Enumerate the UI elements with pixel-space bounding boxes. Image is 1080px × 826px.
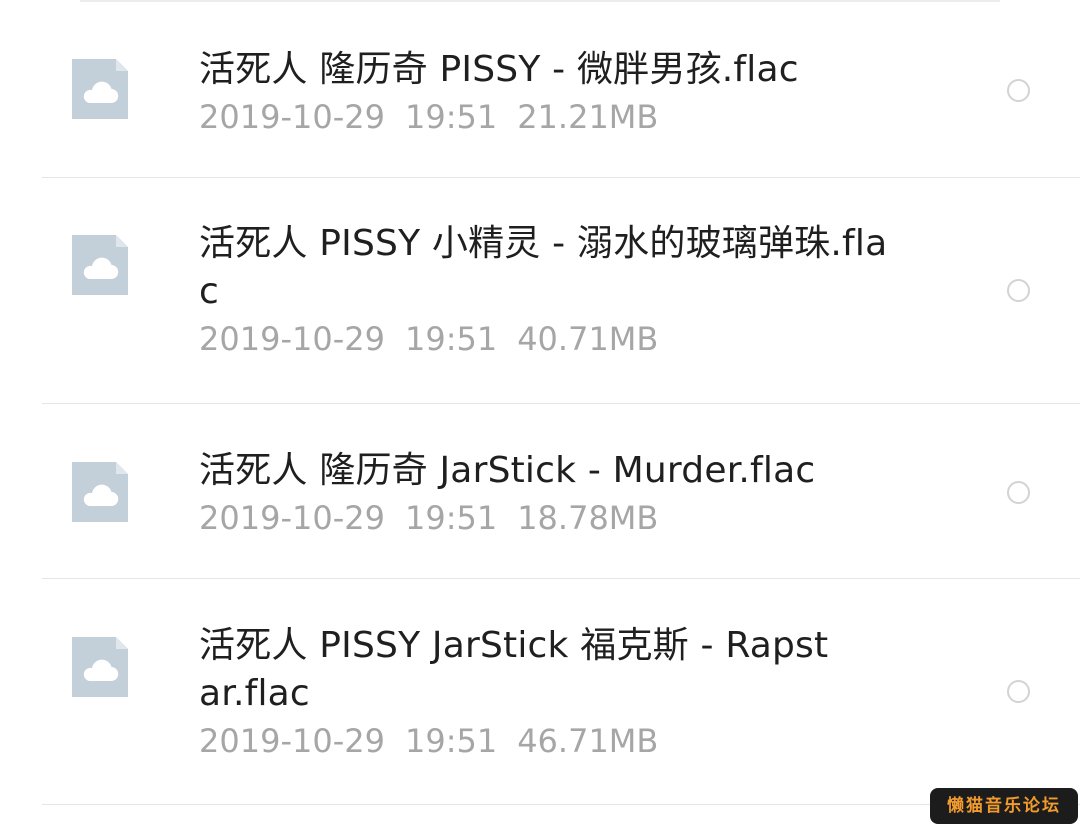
row-divider bbox=[42, 804, 1080, 805]
file-size: 46.71MB bbox=[517, 722, 659, 760]
file-row[interactable]: 活死人 PISSY JarStick 福克斯 - Rapstar.flac 20… bbox=[0, 579, 1080, 805]
file-name: 活死人 PISSY JarStick 福克斯 - Rapstar.flac bbox=[199, 625, 829, 714]
forum-watermark: 懒猫音乐论坛 bbox=[930, 788, 1078, 824]
file-date: 2019-10-29 bbox=[199, 98, 385, 136]
file-meta: 2019-10-29 19:51 18.78MB bbox=[199, 498, 939, 538]
cloud-file-icon bbox=[72, 462, 128, 522]
select-radio[interactable] bbox=[1007, 79, 1030, 102]
file-meta: 2019-10-29 19:51 21.21MB bbox=[199, 97, 939, 137]
file-name: 活死人 隆历奇 JarStick - Murder.flac bbox=[199, 450, 816, 491]
file-size: 40.71MB bbox=[517, 320, 659, 358]
file-size: 18.78MB bbox=[517, 499, 659, 537]
cloud-file-icon bbox=[72, 637, 128, 697]
file-date: 2019-10-29 bbox=[199, 499, 385, 537]
cloud-file-icon bbox=[72, 59, 128, 119]
file-date: 2019-10-29 bbox=[199, 722, 385, 760]
cloud-file-icon bbox=[72, 235, 128, 295]
file-name: 活死人 隆历奇 PISSY - 微胖男孩.flac bbox=[199, 49, 799, 90]
file-row[interactable]: 活死人 PISSY 小精灵 - 溺水的玻璃弹珠.flac 2019-10-29 1… bbox=[0, 178, 1080, 404]
file-text: 活死人 隆历奇 JarStick - Murder.flac 2019-10-2… bbox=[199, 447, 939, 538]
select-radio[interactable] bbox=[1007, 279, 1030, 302]
file-text: 活死人 PISSY 小精灵 - 溺水的玻璃弹珠.flac 2019-10-29 1… bbox=[199, 220, 899, 359]
file-list: 活死人 隆历奇 PISSY - 微胖男孩.flac 2019-10-29 19:5… bbox=[0, 2, 1080, 805]
select-radio[interactable] bbox=[1007, 680, 1030, 703]
file-meta: 2019-10-29 19:51 40.71MB bbox=[199, 319, 899, 359]
file-time: 19:51 bbox=[404, 722, 498, 760]
file-meta: 2019-10-29 19:51 46.71MB bbox=[199, 721, 839, 761]
select-radio[interactable] bbox=[1007, 481, 1030, 504]
file-date: 2019-10-29 bbox=[199, 320, 385, 358]
file-row[interactable]: 活死人 隆历奇 JarStick - Murder.flac 2019-10-2… bbox=[0, 404, 1080, 579]
file-name: 活死人 PISSY 小精灵 - 溺水的玻璃弹珠.flac bbox=[199, 223, 888, 312]
file-size: 21.21MB bbox=[517, 98, 659, 136]
file-time: 19:51 bbox=[404, 320, 498, 358]
file-text: 活死人 PISSY JarStick 福克斯 - Rapstar.flac 20… bbox=[199, 622, 839, 761]
file-time: 19:51 bbox=[404, 98, 498, 136]
file-row[interactable]: 活死人 隆历奇 PISSY - 微胖男孩.flac 2019-10-29 19:5… bbox=[0, 2, 1080, 178]
file-time: 19:51 bbox=[404, 499, 498, 537]
file-text: 活死人 隆历奇 PISSY - 微胖男孩.flac 2019-10-29 19:5… bbox=[199, 46, 939, 137]
